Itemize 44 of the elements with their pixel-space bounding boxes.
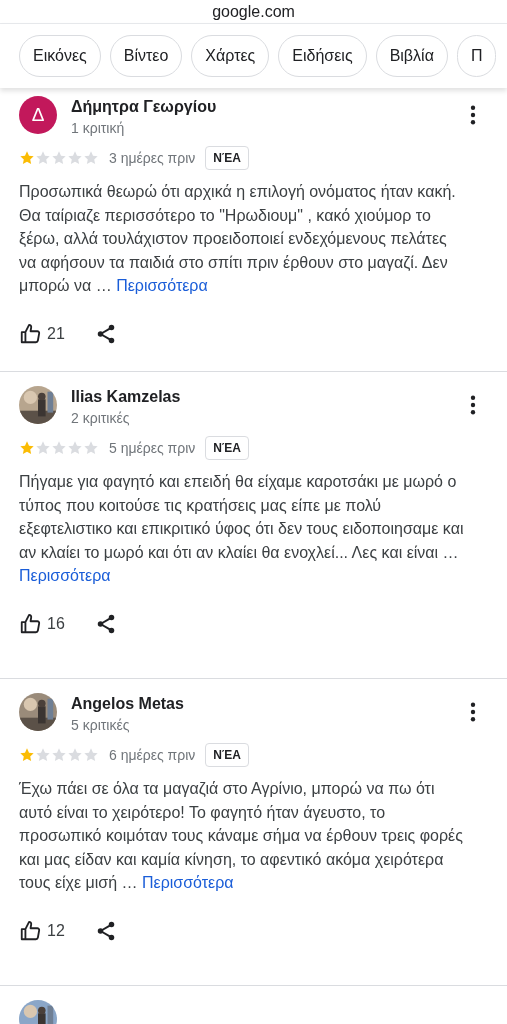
more-options-icon[interactable] [470, 105, 476, 125]
like-button[interactable]: 12 [19, 918, 65, 943]
star-icon [83, 747, 99, 763]
more-link[interactable]: Περισσότερα [19, 567, 111, 584]
new-tag: ΝΈΑ [205, 436, 249, 460]
review-text: Πήγαμε για φαγητό και επειδή θα είχαμε καροτσάκι με μωρό ο τύπος που κοιτούσε τις κρατήσεις μας είπε με πολύ εξεφτελιστικο και επικριτικό ύφος ότι δεν τους ειδοποιησαμε και αν κλαίει το μωρό και ότι αν κλαίει θα ενοχλεί... Λες και είναι … Περισσότερα [19, 472, 465, 586]
avatar: Δ [19, 96, 57, 134]
star-icon [51, 747, 67, 763]
review-count: 1 κριτική [71, 119, 126, 138]
new-tag: ΝΈΑ [205, 743, 249, 767]
thumbs-up-icon [19, 612, 41, 635]
address-bar-domain[interactable]: google.com [212, 0, 295, 24]
star-icon [19, 747, 35, 763]
star-icon [19, 150, 35, 166]
review-time: 3 ημέρες πριν [109, 148, 196, 168]
star-icon [83, 440, 99, 456]
star-icon [83, 150, 99, 166]
star-icon [35, 440, 51, 456]
review-time: 5 ημέρες πριν [109, 438, 196, 458]
thumbs-up-icon [19, 919, 41, 942]
review-text: Προσωπικά θεωρώ ότι αρχικά η επιλογή ονόματος ήταν κακή. Θα ταίριαζε περισσότερο το "Ηρωδιουμ" , κακό χιούμορ το ξέρω, αλλά τουλάχιστον προειδοποιεί ενδεχόμενους πελάτες να αφήσουν τα παιδιά στο σπίτι πριν έρθουν στο μαγαζί. Δεν μπορώ να … Περισσότερα [19, 182, 457, 296]
star-icon [67, 440, 83, 456]
review-text: Έχω πάει σε όλα τα μαγαζιά στο Αγρίνιο, μπορώ να πω ότι αυτό είναι το χειρότερο! Το φαγητό ήταν άγευστο, το προσωπικό κοιμόταν τους κάναμε σήμα να έρθουν τρεις φορές και μας είδαν και καμία κίνηση, το αφεντικό ακόμα χειρότερα τους είχε μισή … Περισσότερα [19, 779, 464, 893]
star-icon [19, 440, 35, 456]
review-time: 6 ημέρες πριν [109, 745, 196, 765]
more-options-icon[interactable] [470, 702, 476, 722]
more-link[interactable]: Περισσότερα [116, 277, 208, 294]
star-icon [35, 747, 51, 763]
star-icon [51, 150, 67, 166]
more-options-icon[interactable] [470, 395, 476, 415]
star-icon [67, 150, 83, 166]
star-icon [67, 747, 83, 763]
reviewer-name[interactable]: Ilias Kamzelas [71, 386, 456, 408]
review-count: 5 κριτικές [71, 716, 131, 735]
reviewer-name[interactable]: Δήμητρα Γεωργίου [71, 96, 456, 118]
review-count: 2 κριτικές [71, 409, 131, 428]
star-icon [35, 150, 51, 166]
star-icon [51, 440, 67, 456]
thumbs-up-icon [19, 322, 41, 345]
reviewer-name[interactable]: Angelos Metas [71, 693, 456, 715]
new-tag: ΝΈΑ [205, 146, 249, 170]
more-link[interactable]: Περισσότερα [142, 874, 234, 891]
like-button[interactable]: 21 [19, 321, 65, 346]
like-button[interactable]: 16 [19, 611, 65, 636]
